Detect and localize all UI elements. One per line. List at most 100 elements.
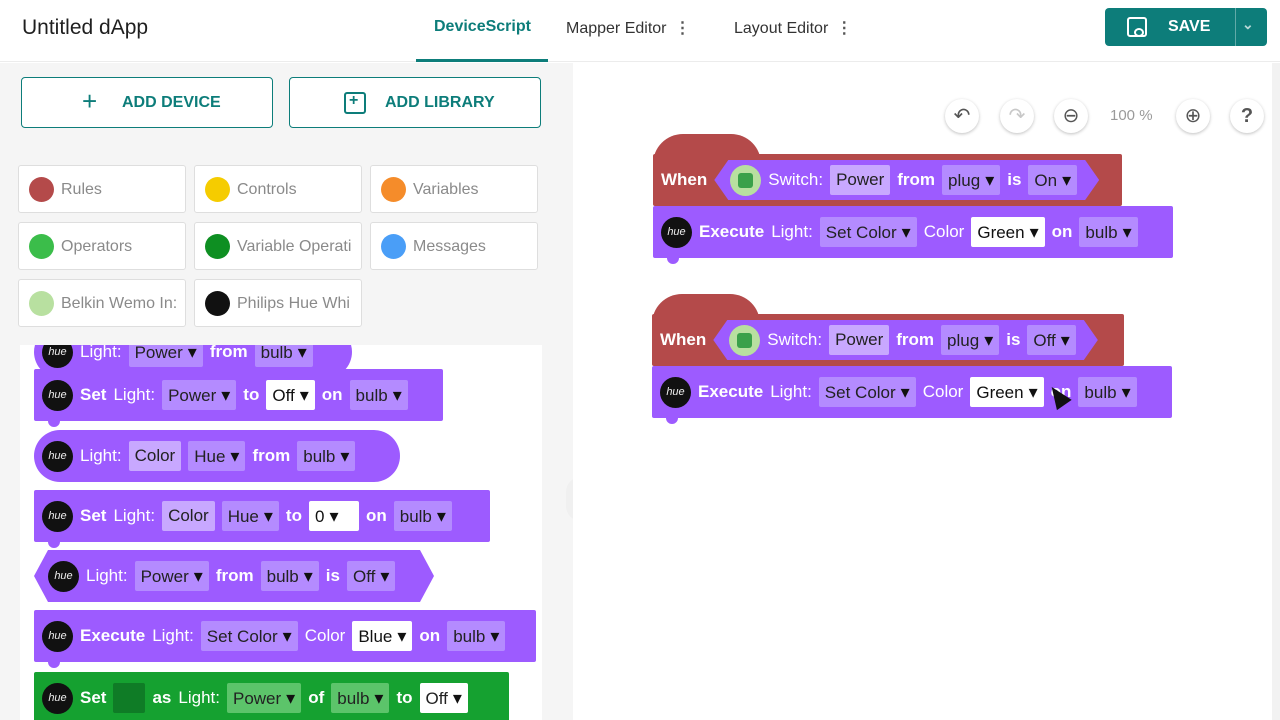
add-device-button[interactable]: + ADD DEVICE [21,77,273,128]
messages-color-dot [381,234,406,259]
block-set-light-color[interactable]: hue Set Light: Color Hue to 0 on bulb [34,490,490,548]
block-connector [48,660,60,668]
device-dropdown[interactable]: bulb [1079,217,1138,247]
block-label: is [1007,170,1022,189]
zoom-level: 100 % [1110,107,1153,124]
category-rules[interactable]: Rules [18,165,186,213]
action-dropdown[interactable]: Set Color [818,377,916,407]
device-dropdown[interactable]: bulb [261,561,319,591]
block-connector [667,256,679,264]
subproperty-dropdown[interactable]: Hue [221,501,279,531]
block-set-variable[interactable]: hue Set as Light: Power of bulb to Off [34,672,509,720]
value-dropdown[interactable]: 0 [308,501,359,531]
block-label: Color [304,626,346,645]
help-label: ? [1240,105,1254,127]
block-set-light-power[interactable]: hue Set Light: Power to Off on bulb [34,369,443,427]
device-dropdown[interactable]: bulb [297,441,356,471]
block-palette: hue Light: Power from bulb hue Set Light… [20,345,542,720]
property-dropdown[interactable]: Power [128,345,203,367]
category-variable-operations[interactable]: Variable Operati [194,222,362,270]
execute-block[interactable]: hue Execute Light: Set Color Color Green… [652,366,1172,424]
category-messages[interactable]: Messages [370,222,538,270]
block-label: Light: [152,626,194,645]
color-dropdown[interactable]: Green [970,377,1044,407]
hue-icon: hue [661,216,692,248]
block-label: When [661,170,708,189]
property-dropdown[interactable]: Power [162,380,237,410]
block-label: Light: [113,506,156,525]
block-execute-light-set-color[interactable]: hue Execute Light: Set Color Color Blue … [34,610,536,668]
device-dropdown[interactable]: bulb [393,501,452,531]
more-vert-icon[interactable]: ⋮ [675,18,691,38]
block-label: Switch: [768,170,824,189]
add-device-label: ADD DEVICE [122,94,221,111]
rule-when-block[interactable]: When Switch: Power from plug is Off [652,294,1124,366]
hue-icon: hue [48,561,79,592]
property-dropdown[interactable]: Power [226,683,302,713]
switch-condition-block[interactable]: Switch: Power from plug is Off [713,320,1098,360]
subproperty-dropdown[interactable]: Hue [188,441,246,471]
block-label: from [215,566,254,585]
block-label: Execute [698,382,764,401]
device-dropdown[interactable]: bulb [331,683,390,713]
device-dropdown[interactable]: plug [941,325,999,355]
help-icon[interactable]: ? [1230,99,1264,133]
block-label: on [1051,222,1073,241]
undo-icon[interactable]: ↶ [945,99,979,133]
block-label: Light: [178,688,220,707]
block-light-power-is[interactable]: hue Light: Power from bulb is Off [34,550,434,602]
device-dropdown[interactable]: bulb [254,345,313,367]
value-dropdown[interactable]: Off [347,561,395,591]
save-button[interactable]: SAVE ⌄ [1105,8,1267,46]
zoom-in-icon[interactable]: ⊕ [1176,99,1210,133]
hue-icon: hue [42,500,73,532]
plus-icon: + [82,86,98,116]
block-light-color-reporter[interactable]: hue Light: Color Hue from bulb [34,430,400,482]
device-dropdown[interactable]: bulb [447,621,506,651]
block-label: Set [80,688,107,707]
execute-block[interactable]: hue Execute Light: Set Color Color Green… [653,206,1173,264]
device-dropdown[interactable]: plug [942,165,1000,195]
action-dropdown[interactable]: Set Color [200,621,298,651]
property-dropdown[interactable]: Power [135,561,209,591]
tab-label: Layout Editor [734,20,829,37]
tab-devicescript[interactable]: DeviceScript [434,18,531,62]
category-belkin-wemo[interactable]: Belkin Wemo In: [18,279,186,327]
variable-operations-color-dot [205,234,230,259]
rule-when-block[interactable]: When Switch: Power from plug is On [653,134,1122,206]
value-dropdown[interactable]: Off [419,683,468,713]
block-label: to [243,385,260,404]
category-philips-hue[interactable]: Philips Hue Whi [194,279,362,327]
app-title: Untitled dApp [22,16,149,39]
category-variables[interactable]: Variables [370,165,538,213]
color-dropdown[interactable]: Blue [352,621,413,651]
block-label: Light: [80,345,122,361]
block-label: When [660,330,707,349]
add-library-button[interactable]: ADD LIBRARY [289,77,541,128]
value-dropdown[interactable]: Off [266,380,315,410]
hue-icon: hue [42,345,73,368]
switch-condition-block[interactable]: Switch: Power from plug is On [714,160,1099,200]
canvas-scrollbar[interactable] [1272,63,1280,720]
variable-slot[interactable] [113,683,146,713]
category-operators[interactable]: Operators [18,222,186,270]
chevron-down-icon[interactable]: ⌄ [1242,16,1254,33]
device-dropdown[interactable]: bulb [1078,377,1137,407]
property-field: Power [829,325,889,355]
state-dropdown[interactable]: On [1028,165,1077,195]
state-dropdown[interactable]: Off [1027,325,1075,355]
more-vert-icon[interactable]: ⋮ [836,18,852,38]
category-controls[interactable]: Controls [194,165,362,213]
category-label: Belkin Wemo In: [61,295,178,312]
color-dropdown[interactable]: Green [971,217,1045,247]
tab-label: DeviceScript [434,18,531,35]
redo-icon[interactable]: ↷ [1000,99,1034,133]
zoom-out-icon[interactable]: ⊖ [1054,99,1088,133]
add-library-icon [344,92,366,114]
action-dropdown[interactable]: Set Color [819,217,917,247]
active-tab-indicator [416,59,548,62]
device-dropdown[interactable]: bulb [349,380,408,410]
tab-mapper-editor[interactable]: Mapper Editor ⋮ [566,18,691,62]
script-canvas[interactable]: ↶ ↷ ⊖ 100 % ⊕ ? When Switch: Power from … [573,63,1280,720]
tab-layout-editor[interactable]: Layout Editor ⋮ [734,18,852,62]
